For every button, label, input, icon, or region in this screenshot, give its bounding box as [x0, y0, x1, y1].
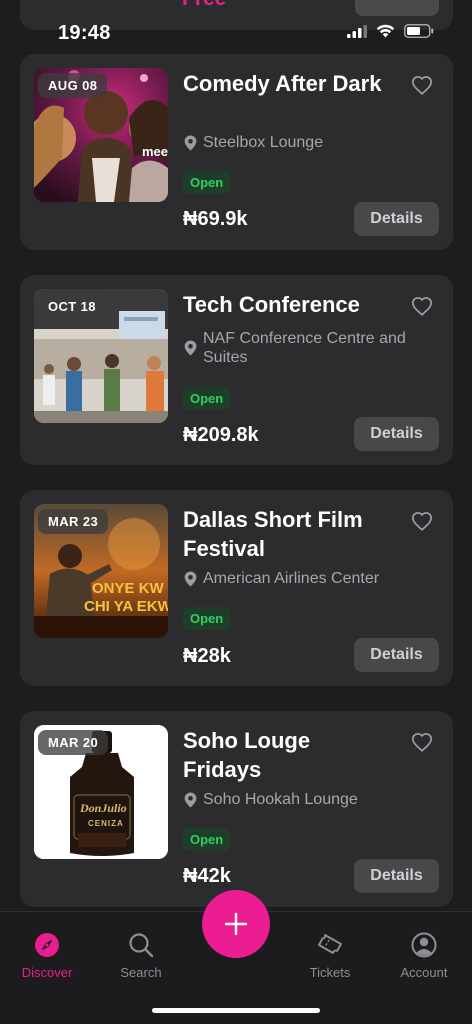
event-card[interactable]: MAR 23 ONYE KW CHI YA EKW Dallas Short F… [20, 490, 453, 686]
status-icons [347, 24, 434, 38]
heart-icon[interactable] [411, 296, 433, 318]
location-pin-icon [184, 340, 197, 356]
event-image: MAR 20 DonJulio CENIZA [34, 725, 168, 859]
event-title: Tech Conference [183, 292, 360, 317]
search-icon [129, 933, 154, 958]
status-bar: 19:48 [0, 0, 472, 48]
nav-label: Discover [21, 965, 73, 980]
wifi-icon [376, 24, 395, 38]
status-badge: Open [183, 387, 231, 410]
details-button[interactable]: Details [354, 417, 439, 451]
event-image: OCT 18 [34, 289, 168, 423]
date-badge: MAR 20 [38, 730, 109, 755]
event-price: ₦209.8k [183, 424, 259, 446]
location-pin-icon [184, 571, 197, 587]
image-overlay-text: DonJulio [80, 801, 127, 815]
location-pin-icon [184, 135, 197, 151]
ticket-icon [318, 934, 342, 954]
nav-label: Account [400, 965, 448, 980]
venue: American Airlines Center [184, 569, 434, 588]
date-badge: OCT 18 [38, 294, 106, 319]
location-pin-icon [184, 792, 197, 808]
details-button[interactable]: Details [354, 638, 439, 672]
details-button[interactable]: Details [354, 202, 439, 236]
status-badge: Open [183, 171, 231, 194]
event-image: AUG 08 mee [34, 68, 168, 202]
nav-discover[interactable]: Discover [7, 932, 87, 980]
plus-icon [224, 912, 248, 936]
event-title: Comedy After Dark [183, 71, 382, 96]
account-icon [411, 932, 437, 958]
event-image: MAR 23 ONYE KW CHI YA EKW [34, 504, 168, 638]
event-card[interactable]: MAR 20 DonJulio CENIZA Soho Louge Friday… [20, 711, 453, 907]
event-title: Soho Louge Fridays [183, 728, 311, 782]
image-overlay-text: CHI YA EKW [84, 598, 168, 615]
venue: Soho Hookah Lounge [184, 790, 434, 809]
nav-label: Search [120, 965, 162, 980]
venue: Steelbox Lounge [184, 133, 434, 152]
compass-icon [35, 933, 59, 957]
image-overlay-text: CENIZA [88, 819, 124, 828]
nav-label: Tickets [309, 965, 351, 980]
create-event-button[interactable] [202, 890, 270, 958]
event-price: ₦28k [183, 645, 231, 667]
date-badge: MAR 23 [38, 509, 109, 534]
details-button[interactable]: Details [354, 859, 439, 893]
heart-icon[interactable] [411, 732, 433, 754]
image-overlay-text: mee [141, 144, 168, 159]
status-time: 19:48 [58, 22, 111, 44]
heart-icon[interactable] [411, 511, 433, 533]
event-card[interactable]: OCT 18 Tech Conference NAF Conference Ce… [20, 275, 453, 465]
event-title: Dallas Short Film Festival [183, 507, 363, 561]
image-overlay-text: ONYE KW [92, 580, 164, 597]
event-card[interactable]: AUG 08 mee Comedy After Dark Steelbox Lo… [20, 54, 453, 250]
signal-icon [347, 24, 367, 38]
event-price: ₦42k [183, 865, 231, 887]
venue: NAF Conference Centre and Suites [184, 329, 434, 367]
nav-search[interactable]: Search [101, 932, 181, 980]
nav-account[interactable]: Account [384, 932, 464, 980]
nav-tickets[interactable]: Tickets [290, 932, 370, 980]
event-price: ₦69.9k [183, 208, 248, 230]
venue-name: NAF Conference Centre and Suites [203, 330, 406, 366]
date-badge: AUG 08 [38, 73, 108, 98]
venue-name: Soho Hookah Lounge [203, 791, 358, 808]
venue-name: American Airlines Center [203, 570, 380, 587]
venue-name: Steelbox Lounge [203, 134, 324, 151]
home-indicator [152, 1008, 320, 1013]
battery-icon [404, 24, 434, 38]
heart-icon[interactable] [411, 75, 433, 97]
status-badge: Open [183, 828, 231, 851]
status-badge: Open [183, 607, 231, 630]
